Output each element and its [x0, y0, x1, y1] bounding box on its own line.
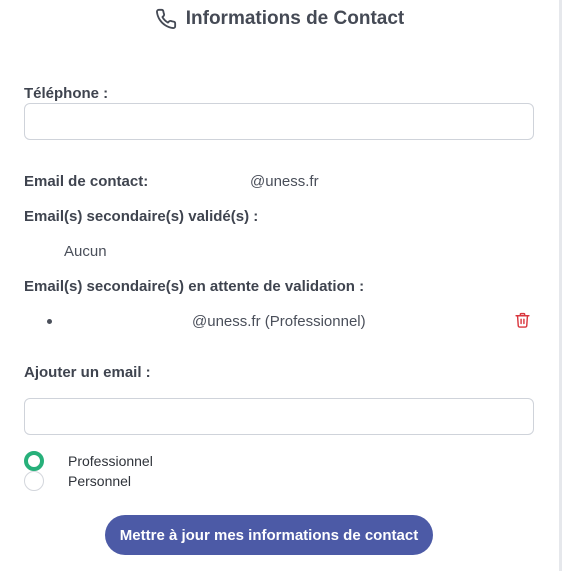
update-contact-button[interactable]: Mettre à jour mes informations de contac… [105, 515, 433, 555]
add-email-label: Ajouter un email : [24, 364, 151, 381]
section-title: Informations de Contact [185, 8, 405, 29]
radio-professional-label: Professionnel [68, 453, 153, 469]
add-email-input[interactable] [24, 398, 534, 435]
validated-emails-value: Aucun [64, 243, 107, 260]
radio-professional[interactable] [24, 451, 44, 471]
phone-input[interactable] [24, 103, 534, 140]
pending-email-item: @uness.fr (Professionnel) [192, 313, 366, 330]
trash-icon[interactable] [514, 311, 531, 329]
radio-personal[interactable] [24, 471, 44, 491]
contact-email-label-text: Email de contact: [24, 173, 149, 190]
radio-option-professional[interactable]: Professionnel [24, 451, 153, 471]
phone-label: Téléphone : [24, 85, 109, 102]
contact-email-value: @uness.fr [250, 173, 319, 190]
list-bullet [47, 319, 52, 324]
pending-emails-label: Email(s) secondaire(s) en attente de val… [24, 278, 365, 295]
phone-icon [155, 8, 177, 30]
section-header: Informations de Contact [0, 8, 559, 30]
validated-emails-label: Email(s) secondaire(s) validé(s) : [24, 208, 259, 225]
radio-option-personal[interactable]: Personnel [24, 471, 131, 491]
contact-email-label: Email de contact: [24, 173, 148, 190]
radio-personal-label: Personnel [68, 473, 132, 489]
